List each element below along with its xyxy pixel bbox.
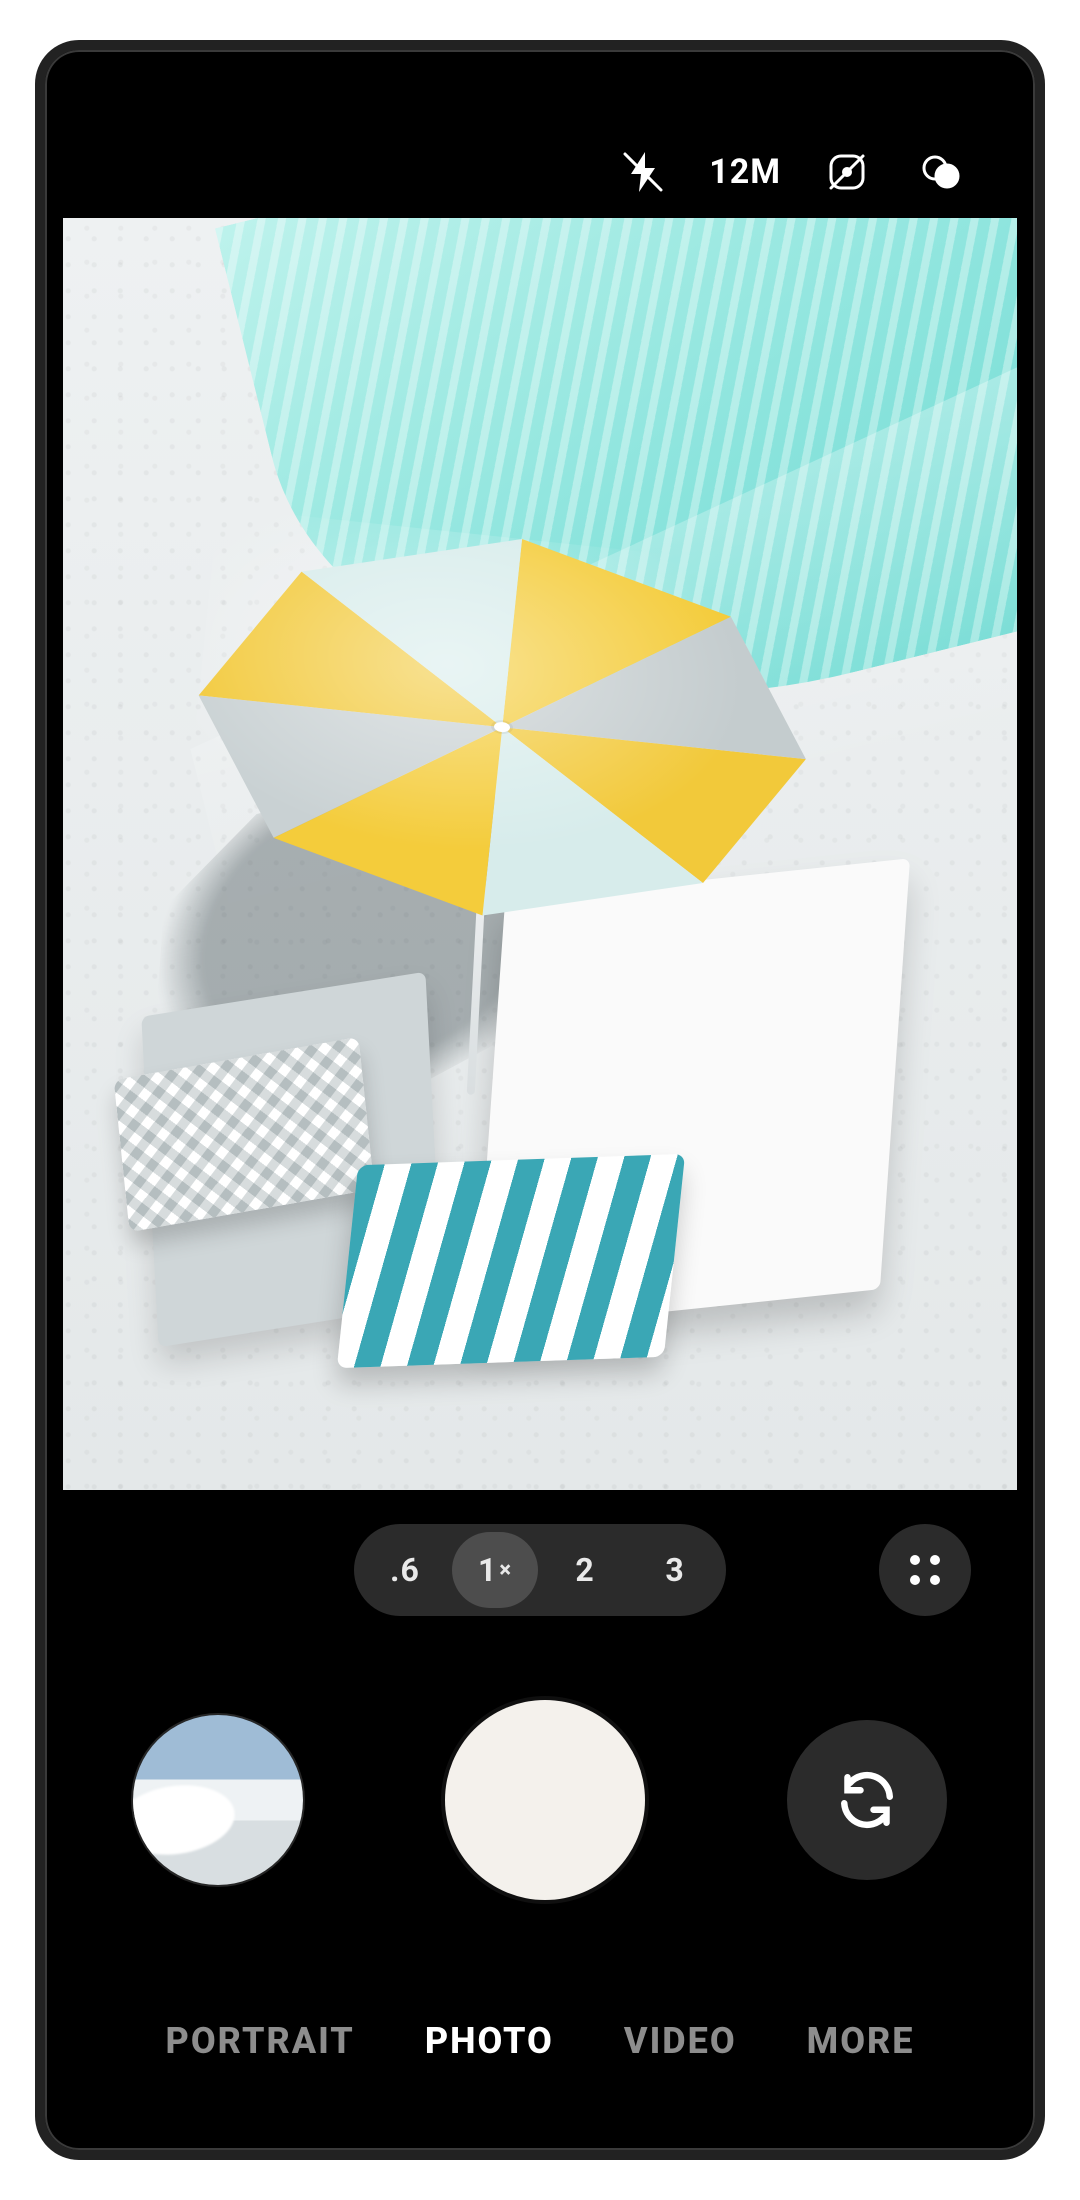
filters-icon[interactable] [913,144,969,200]
zoom-selector: .61×23 [354,1524,726,1616]
phone-frame: 12M [35,40,1045,2160]
camera-switch-button[interactable] [787,1720,947,1880]
gallery-thumbnail[interactable] [133,1715,303,1885]
camera-viewfinder[interactable] [63,218,1017,1490]
zoom-option-1[interactable]: 1× [452,1532,538,1608]
shutter-button[interactable] [445,1700,645,1900]
zoom-option-2[interactable]: 2 [542,1532,628,1608]
mode-photo[interactable]: PHOTO [425,2020,554,2062]
mode-selector: PORTRAIT PHOTO VIDEO MORE [63,2020,1017,2062]
flash-off-icon[interactable] [615,144,671,200]
zoom-option-6[interactable]: .6 [362,1532,448,1608]
mode-portrait[interactable]: PORTRAIT [166,2020,355,2062]
camera-controls: .61×23 [63,1490,1017,2132]
camera-app-screen: 12M [63,68,1017,2132]
top-settings-bar: 12M [63,68,1017,218]
zoom-option-3[interactable]: 3 [632,1532,718,1608]
resolution-label[interactable]: 12M [709,144,781,200]
mode-more[interactable]: MORE [807,2020,915,2062]
aspect-options-button[interactable] [879,1524,971,1616]
motion-photo-off-icon[interactable] [819,144,875,200]
mode-video[interactable]: VIDEO [624,2020,737,2062]
